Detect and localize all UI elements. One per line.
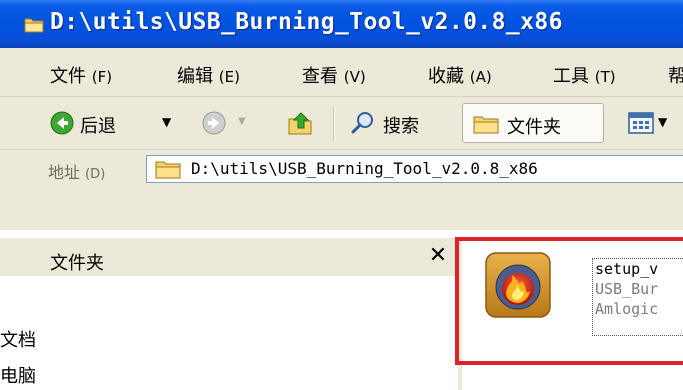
folders-pane-title: 文件夹 <box>50 253 104 274</box>
folder-icon <box>24 18 44 33</box>
address-bar: 地址 (D) D:\utils\USB_Burning_Tool_v2.0.8_… <box>0 150 683 230</box>
menu-edit[interactable]: 编辑 (E) <box>177 62 240 88</box>
folders-tree: 文档 电脑 <box>0 276 462 390</box>
toolbar-separator <box>333 107 335 141</box>
window-title: D:\utils\USB_Burning_Tool_v2.0.8_x86 <box>50 9 563 35</box>
address-label: 地址 (D) <box>48 163 106 182</box>
menu-file[interactable]: 文件 (F) <box>50 62 112 88</box>
tree-item-documents[interactable]: 文档 <box>0 326 36 352</box>
menu-view[interactable]: 查看 (V) <box>302 62 366 88</box>
menu-tools[interactable]: 工具 (T) <box>553 62 616 88</box>
menu-bar: 文件 (F) 编辑 (E) 查看 (V) 收藏 (A) 工具 (T) 帮 <box>0 48 683 97</box>
highlight-box <box>455 237 683 365</box>
menu-favorites[interactable]: 收藏 (A) <box>428 62 492 88</box>
title-bar[interactable]: D:\utils\USB_Burning_Tool_v2.0.8_x86 <box>0 0 683 48</box>
folders-label: 文件夹 <box>507 117 561 138</box>
back-icon <box>50 111 74 135</box>
folder-icon <box>155 161 181 179</box>
search-icon <box>351 112 373 134</box>
menu-help[interactable]: 帮 <box>668 62 683 88</box>
tree-item-computer[interactable]: 电脑 <box>0 362 36 388</box>
toolbar: 后退 ▼ ▼ 搜索 文件夹 ▼ <box>0 97 683 150</box>
back-dropdown-icon[interactable]: ▼ <box>162 115 171 129</box>
back-label: 后退 <box>80 116 116 137</box>
search-label: 搜索 <box>383 116 419 137</box>
views-icon <box>628 112 654 134</box>
close-icon[interactable]: ✕ <box>425 244 451 268</box>
address-input[interactable]: D:\utils\USB_Burning_Tool_v2.0.8_x86 <box>146 155 683 183</box>
views-dropdown-icon[interactable]: ▼ <box>658 115 667 129</box>
forward-dropdown-icon[interactable]: ▼ <box>238 116 246 127</box>
up-button[interactable] <box>280 103 320 143</box>
forward-button[interactable]: ▼ <box>196 103 256 143</box>
address-value: D:\utils\USB_Burning_Tool_v2.0.8_x86 <box>191 159 538 178</box>
folders-button[interactable]: 文件夹 <box>462 103 604 143</box>
forward-icon <box>202 111 226 135</box>
back-button[interactable]: 后退 ▼ <box>44 103 190 143</box>
views-button[interactable]: ▼ <box>624 103 683 143</box>
folders-icon <box>473 116 499 134</box>
folders-pane-header: 文件夹 ✕ <box>0 238 462 276</box>
search-button[interactable]: 搜索 <box>345 103 455 143</box>
up-folder-icon <box>288 112 312 135</box>
